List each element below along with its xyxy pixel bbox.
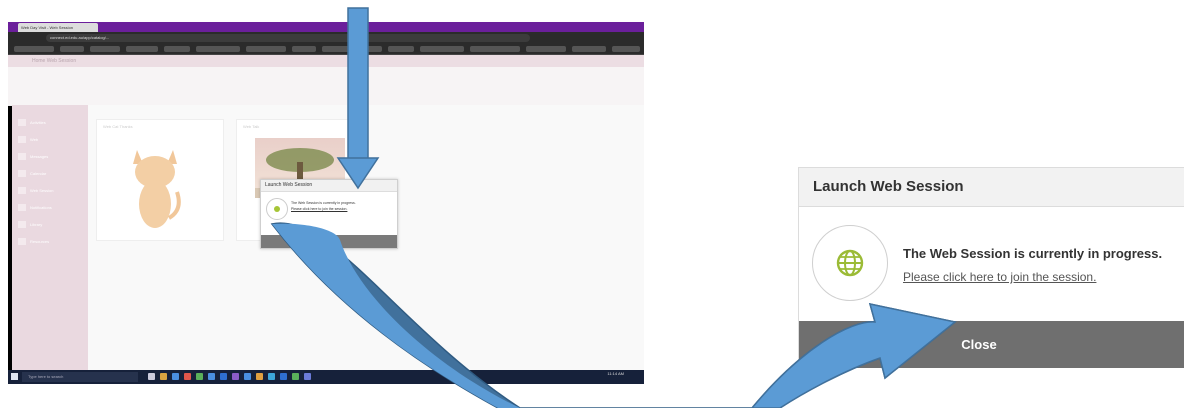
bookmark-item[interactable] bbox=[388, 46, 414, 52]
mini-dialog-footer[interactable] bbox=[261, 235, 397, 248]
card-label: Web Talk bbox=[243, 124, 260, 129]
url-field[interactable]: connect.ed.edu.au/app/catalog/... bbox=[46, 34, 530, 42]
nav-item[interactable]: Library bbox=[18, 221, 78, 229]
nav-icon bbox=[18, 187, 26, 195]
nav-item[interactable]: Calendar bbox=[18, 170, 78, 178]
bookmark-item[interactable] bbox=[196, 46, 240, 52]
nav-icon bbox=[18, 221, 26, 229]
content-card[interactable]: Web Cat Thanks bbox=[96, 119, 224, 241]
taskbar-app-icon[interactable] bbox=[184, 373, 191, 380]
nav-label: Web bbox=[30, 137, 39, 142]
nav-item[interactable]: Resources bbox=[18, 238, 78, 246]
taskbar-app-icon[interactable] bbox=[172, 373, 179, 380]
browser-tab[interactable]: Web Day Visit - Web Session bbox=[18, 23, 98, 32]
nav-icon bbox=[18, 119, 26, 127]
close-button[interactable]: Close bbox=[799, 321, 1184, 368]
nav-icon bbox=[18, 153, 26, 161]
dialog-header: Launch Web Session bbox=[799, 168, 1184, 207]
windows-start-icon[interactable] bbox=[11, 373, 18, 380]
nav-label: Library bbox=[30, 222, 43, 227]
nav-label: Messages bbox=[30, 154, 49, 159]
taskbar-app-icon[interactable] bbox=[232, 373, 239, 380]
taskbar-app-icon[interactable] bbox=[268, 373, 275, 380]
nav-item[interactable]: Messages bbox=[18, 153, 78, 161]
bookmark-item[interactable] bbox=[572, 46, 606, 52]
bookmark-item[interactable] bbox=[14, 46, 54, 52]
nav-icon bbox=[18, 238, 26, 246]
bookmark-item[interactable] bbox=[470, 46, 520, 52]
mini-dialog-title: Launch Web Session bbox=[261, 180, 397, 192]
mini-dialog-message: The Web Session is currently in progress… bbox=[291, 200, 356, 212]
taskbar-app-icon[interactable] bbox=[196, 373, 203, 380]
nav-item[interactable]: Activities bbox=[18, 119, 78, 127]
nav-icon bbox=[18, 204, 26, 212]
app-subheader bbox=[8, 67, 644, 106]
dialog-title: Launch Web Session bbox=[813, 178, 964, 195]
taskbar-app-icon[interactable] bbox=[292, 373, 299, 380]
bookmark-item[interactable] bbox=[60, 46, 84, 52]
bookmark-item[interactable] bbox=[126, 46, 158, 52]
mini-globe-icon bbox=[266, 198, 288, 220]
taskbar-app-icon[interactable] bbox=[256, 373, 263, 380]
bookmark-item[interactable] bbox=[292, 46, 316, 52]
taskbar-app-icon[interactable] bbox=[280, 373, 287, 380]
bookmark-item[interactable] bbox=[526, 46, 566, 52]
launch-web-session-dialog: Launch Web Session The Web Session is cu… bbox=[798, 167, 1184, 368]
bookmark-item[interactable] bbox=[90, 46, 120, 52]
session-status-message: The Web Session is currently in progress… bbox=[903, 246, 1163, 261]
mini-join-link[interactable]: Please click here to join the session. bbox=[291, 206, 356, 212]
globe-icon bbox=[836, 249, 864, 277]
cat-illustration bbox=[133, 150, 181, 228]
nav-label: Calendar bbox=[30, 171, 47, 176]
nav-label: Notifications bbox=[30, 205, 52, 210]
taskbar-app-icon[interactable] bbox=[244, 373, 251, 380]
nav-icon bbox=[18, 170, 26, 178]
taskbar-clock: 11:14 AM bbox=[607, 371, 624, 376]
bookmark-item[interactable] bbox=[164, 46, 190, 52]
nav-item[interactable]: Web bbox=[18, 136, 78, 144]
nav-icon bbox=[18, 136, 26, 144]
nav-item[interactable]: Notifications bbox=[18, 204, 78, 212]
join-session-link[interactable]: Please click here to join the session. bbox=[903, 270, 1096, 284]
app-header: Home Web Session bbox=[8, 55, 644, 67]
nav-item[interactable]: Web Session bbox=[18, 187, 78, 195]
mini-launch-dialog: Launch Web Session The Web Session is cu… bbox=[260, 179, 398, 249]
address-bar: connect.ed.edu.au/app/catalog/... bbox=[8, 32, 644, 44]
windows-taskbar: Type here to search 11:14 AM bbox=[8, 370, 644, 384]
browser-tab-bar: Web Day Visit - Web Session bbox=[8, 22, 644, 32]
taskbar-app-icon[interactable] bbox=[148, 373, 155, 380]
taskbar-app-icon[interactable] bbox=[220, 373, 227, 380]
bookmark-item[interactable] bbox=[612, 46, 640, 52]
nav-label: Web Session bbox=[30, 188, 54, 193]
taskbar-search[interactable]: Type here to search bbox=[22, 372, 138, 382]
bookmark-item[interactable] bbox=[246, 46, 286, 52]
nav-label: Activities bbox=[30, 120, 46, 125]
globe-icon-circle bbox=[812, 225, 888, 301]
nav-label: Resources bbox=[30, 239, 50, 244]
taskbar-app-icon[interactable] bbox=[304, 373, 311, 380]
card-label: Web Cat Thanks bbox=[103, 124, 133, 129]
dialog-footer: Close bbox=[799, 321, 1184, 368]
side-navigation: Activities Web Messages Calendar Web Ses… bbox=[12, 105, 88, 370]
bookmarks-bar bbox=[8, 44, 644, 55]
screen-thumbnail: Web Day Visit - Web Session connect.ed.e… bbox=[8, 22, 644, 384]
bookmark-item[interactable] bbox=[420, 46, 464, 52]
bookmark-item[interactable] bbox=[322, 46, 382, 52]
taskbar-app-icon[interactable] bbox=[208, 373, 215, 380]
taskbar-app-icon[interactable] bbox=[160, 373, 167, 380]
